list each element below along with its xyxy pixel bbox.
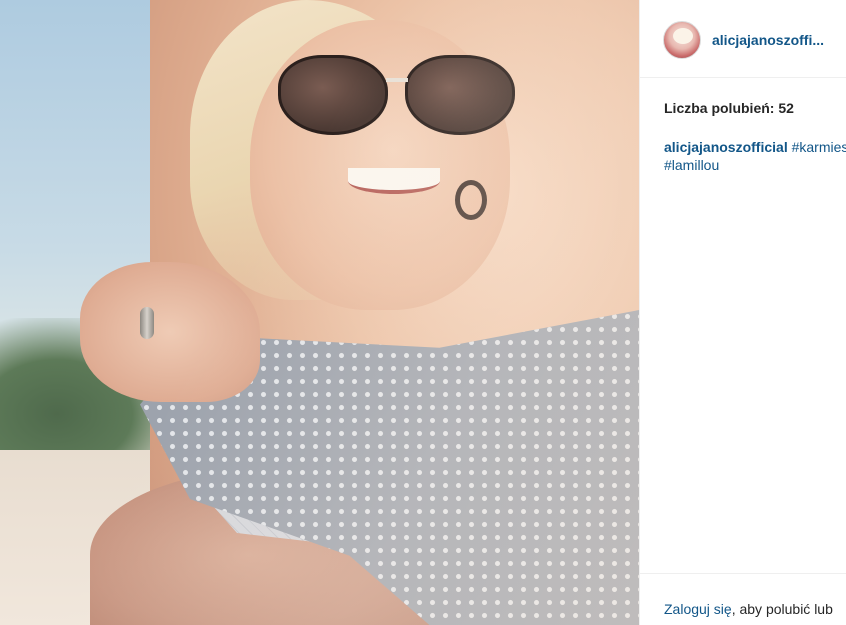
photo-haze xyxy=(0,0,639,625)
post-caption: alicjajanoszofficial #karmies #lamillou xyxy=(664,138,846,174)
login-link[interactable]: Zaloguj się xyxy=(664,601,732,617)
post-header: alicjajanoszoffi... xyxy=(640,0,846,78)
username-link[interactable]: alicjajanoszoffi... xyxy=(712,32,824,48)
hashtag-link-lamillou[interactable]: #lamillou xyxy=(664,157,719,173)
caption-username-link[interactable]: alicjajanoszofficial xyxy=(664,139,788,155)
post-side-panel: alicjajanoszoffi... Liczba polubień: 52 … xyxy=(639,0,846,625)
likes-count: Liczba polubień: 52 xyxy=(664,100,794,116)
login-prompt-text: , aby polubić lub xyxy=(731,601,833,617)
post-photo[interactable] xyxy=(0,0,639,625)
post-footer: Zaloguj się, aby polubić lub xyxy=(640,573,846,625)
hashtag-link-karmies[interactable]: #karmies xyxy=(792,139,846,155)
profile-avatar[interactable] xyxy=(663,21,701,59)
login-prompt: Zaloguj się, aby polubić lub xyxy=(664,601,833,617)
